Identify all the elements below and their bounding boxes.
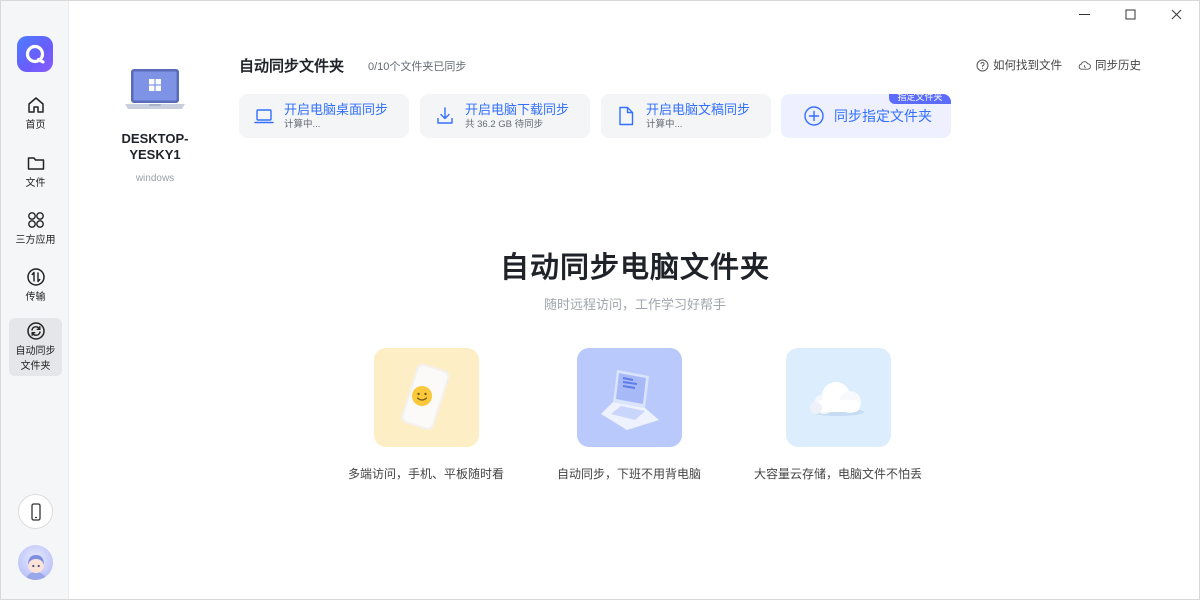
- card-title: 同步指定文件夹: [834, 107, 932, 124]
- feature-caption: 大容量云存储，电脑文件不怕丢: [753, 467, 922, 481]
- hero-subtitle: 随时远程访问，工作学习好帮手: [543, 297, 726, 312]
- apps-icon: [27, 212, 44, 228]
- device-name-line2: YESKY1: [129, 147, 181, 162]
- card-subtitle: 计算中...: [646, 119, 683, 130]
- device-name-line1: DESKTOP-: [121, 131, 189, 146]
- sync-specific-folder-card[interactable]: 指定文件夹 同步指定文件夹: [781, 94, 951, 138]
- phone-smile-illustration-icon: [400, 363, 450, 430]
- close-icon: [1171, 9, 1181, 19]
- hero-title: 自动同步电脑文件夹: [499, 252, 770, 284]
- sidebar-item-label-line1: 自动同步: [15, 345, 56, 357]
- minimize-button[interactable]: [1061, 1, 1107, 27]
- laptop-sync-illustration-icon: [600, 370, 659, 430]
- feature-auto-sync: 自动同步，下班不用背电脑: [529, 348, 729, 482]
- avatar-character-icon: [25, 555, 46, 580]
- feature-tile: [785, 348, 891, 447]
- document-icon: [619, 106, 634, 126]
- sync-status-text: 0/10个文件夹已同步: [368, 61, 467, 73]
- feature-multi-device: 多端访问，手机、平板随时看: [326, 348, 526, 482]
- window-controls: [1061, 1, 1199, 27]
- cloud-illustration-icon: [809, 382, 864, 416]
- card-title: 开启电脑下载同步: [465, 102, 570, 117]
- sidebar-item-label: 文件: [25, 178, 46, 189]
- laptop-illustration-icon: [125, 69, 185, 109]
- header-links: 如何找到文件 同步历史: [976, 57, 1141, 73]
- feature-caption: 自动同步，下班不用背电脑: [556, 467, 701, 481]
- feature-tile: [373, 348, 479, 447]
- card-title: 开启电脑桌面同步: [284, 102, 389, 117]
- how-to-find-files-link[interactable]: 如何找到文件: [976, 57, 1062, 73]
- page-title: 自动同步文件夹: [239, 58, 345, 75]
- minimize-icon: [1078, 13, 1090, 15]
- sidebar-item-label: 首页: [25, 120, 46, 131]
- how-to-find-files-label: 如何找到文件: [993, 60, 1062, 72]
- app-window: 首页 文件 三方应用 传输 自动同步 文件夹 DESKTOP- YESKY1 w…: [0, 0, 1200, 600]
- sidebar-item-auto-sync[interactable]: 自动同步 文件夹: [9, 318, 62, 376]
- sync-history-label: 同步历史: [1095, 60, 1141, 72]
- maximize-icon: [1125, 9, 1135, 19]
- sidebar-item-files[interactable]: 文件: [9, 149, 62, 195]
- device-os: windows: [135, 173, 175, 184]
- folder-icon: [27, 157, 44, 170]
- close-button[interactable]: [1153, 1, 1199, 27]
- help-circle-icon: [976, 59, 989, 71]
- download-icon: [437, 107, 453, 124]
- sync-icon: [26, 321, 45, 340]
- feature-caption: 多端访问，手机、平板随时看: [347, 467, 504, 481]
- card-corner-badge: 指定文件夹: [889, 94, 951, 104]
- enable-documents-sync-card[interactable]: 开启电脑文稿同步 计算中...: [601, 94, 771, 138]
- card-subtitle: 共 36.2 GB 待同步: [465, 119, 544, 130]
- mobile-device-button[interactable]: [18, 494, 53, 529]
- card-subtitle: 计算中...: [284, 119, 321, 130]
- enable-desktop-sync-card[interactable]: 开启电脑桌面同步 计算中...: [239, 94, 409, 138]
- sync-history-link[interactable]: 同步历史: [1078, 57, 1141, 73]
- card-title: 开启电脑文稿同步: [646, 102, 751, 117]
- app-logo[interactable]: [17, 36, 53, 72]
- home-icon: [27, 97, 44, 113]
- laptop-icon: [254, 109, 274, 124]
- maximize-button[interactable]: [1107, 1, 1153, 27]
- device-panel: DESKTOP- YESKY1 windows: [111, 67, 199, 184]
- device-name: DESKTOP- YESKY1: [111, 131, 199, 163]
- sidebar-item-label: 自动同步 文件夹: [16, 344, 56, 374]
- feature-cloud-storage: 大容量云存储，电脑文件不怕丢: [738, 348, 938, 482]
- sidebar-item-label-line2: 文件夹: [20, 360, 51, 372]
- enable-downloads-sync-card[interactable]: 开启电脑下载同步 共 36.2 GB 待同步: [420, 94, 590, 138]
- phone-icon: [30, 502, 41, 521]
- sidebar-item-home[interactable]: 首页: [9, 91, 62, 137]
- feature-tile: [576, 348, 682, 447]
- plus-circle-icon: [804, 106, 824, 126]
- cloud-logo-icon: [25, 44, 45, 64]
- cloud-history-icon: [1078, 60, 1091, 70]
- avatar[interactable]: [18, 545, 53, 580]
